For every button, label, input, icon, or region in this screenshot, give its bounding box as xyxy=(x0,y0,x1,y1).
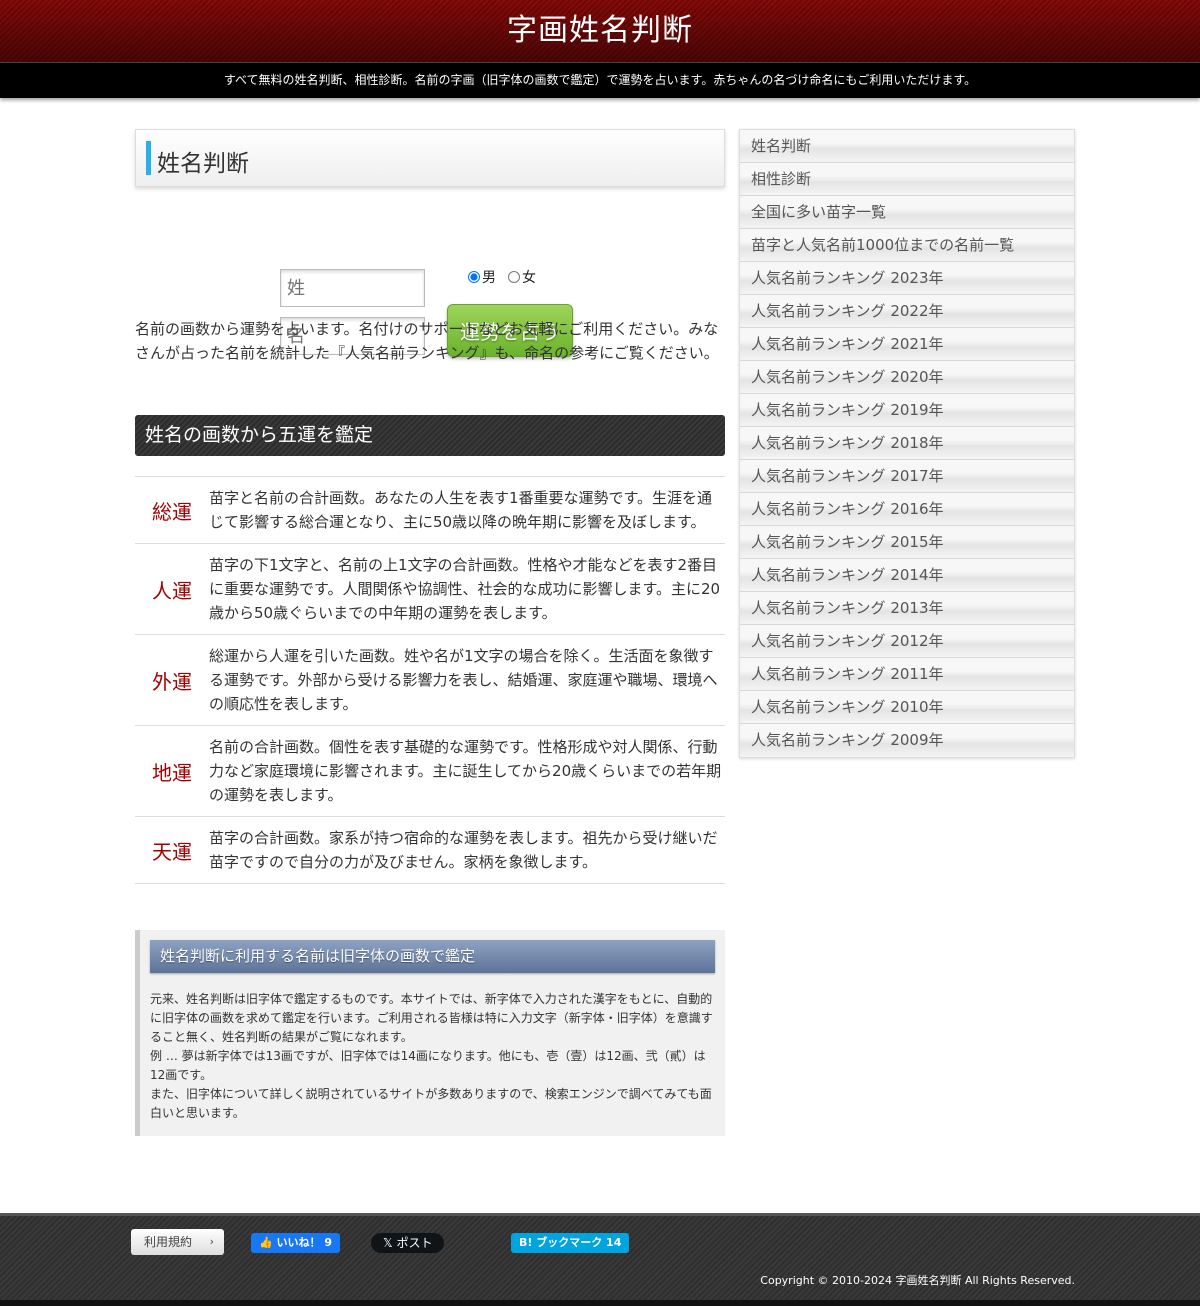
gender-male-radio[interactable] xyxy=(468,271,480,283)
name-form: 男 女 運勢を占う xyxy=(135,187,725,357)
gender-female-radio[interactable] xyxy=(508,271,520,283)
sidebar-item-ranking-2012[interactable]: 人気名前ランキング 2012年 xyxy=(740,625,1074,658)
sidebar-item-ranking-2018[interactable]: 人気名前ランキング 2018年 xyxy=(740,427,1074,460)
gender-female-label: 女 xyxy=(522,270,536,286)
sidebar-item-ranking-2021[interactable]: 人気名前ランキング 2021年 xyxy=(740,328,1074,361)
footer-bottom-bar xyxy=(0,1300,1200,1306)
goun-row-gaiun: 外運 総運から人運を引いた画数。姓や名が1文字の場合を除く。生活面を象徴する運勢… xyxy=(135,635,725,726)
sidebar-item-ranking-2009[interactable]: 人気名前ランキング 2009年 xyxy=(740,724,1074,757)
sidebar-item-ranking-2013[interactable]: 人気名前ランキング 2013年 xyxy=(740,592,1074,625)
goun-row-chiun: 地運 名前の合計画数。個性を表す基礎的な運勢です。性格形成や対人関係、行動力など… xyxy=(135,726,725,817)
sidebar-item-aisho[interactable]: 相性診断 xyxy=(740,163,1074,196)
kyuji-paragraph: 元来、姓名判断は旧字体で鑑定するものです。本サイトでは、新字体で入力された漢字を… xyxy=(150,992,713,1044)
sidebar-item-seimei[interactable]: 姓名判断 xyxy=(740,130,1074,163)
sidebar-item-ranking-2022[interactable]: 人気名前ランキング 2022年 xyxy=(740,295,1074,328)
sidebar-item-ranking-2010[interactable]: 人気名前ランキング 2010年 xyxy=(740,691,1074,724)
gender-male-option[interactable]: 男 xyxy=(468,267,496,287)
sidebar-item-ranking-2011[interactable]: 人気名前ランキング 2011年 xyxy=(740,658,1074,691)
sidebar-item-name-list[interactable]: 苗字と人気名前1000位までの名前一覧 xyxy=(740,229,1074,262)
goun-row-souun: 総運 苗字と名前の合計画数。あなたの人生を表す1番重要な運勢です。生涯を通じて影… xyxy=(135,477,725,544)
goun-desc: 苗字と名前の合計画数。あなたの人生を表す1番重要な運勢です。生涯を通じて影響する… xyxy=(209,489,713,531)
site-header: 字画姓名判断 xyxy=(0,0,1200,62)
sidebar-item-ranking-2017[interactable]: 人気名前ランキング 2017年 xyxy=(740,460,1074,493)
surname-input[interactable] xyxy=(280,269,425,307)
sidebar-item-ranking-2023[interactable]: 人気名前ランキング 2023年 xyxy=(740,262,1074,295)
main-content: 姓名判断 男 女 運勢を占う 名前の画数から運勢を占います。名付けのサポートなど… xyxy=(135,129,725,1136)
sidebar-item-ranking-2014[interactable]: 人気名前ランキング 2014年 xyxy=(740,559,1074,592)
chevron-right-icon: › xyxy=(209,1235,214,1248)
heading-accent-bar xyxy=(146,141,151,175)
goun-desc: 名前の合計画数。個性を表す基礎的な運勢です。性格形成や対人関係、行動力など家庭環… xyxy=(209,738,722,804)
goun-desc: 苗字の下1文字と、名前の上1文字の合計画数。性格や才能などを表す2番目に重要な運… xyxy=(209,556,721,622)
goun-table: 総運 苗字と名前の合計画数。あなたの人生を表す1番重要な運勢です。生涯を通じて影… xyxy=(135,476,725,884)
kyuji-info-box: 姓名判断に利用する名前は旧字体の画数で鑑定 元来、姓名判断は旧字体で鑑定するもの… xyxy=(135,930,725,1136)
sidebar-nav: 姓名判断 相性診断 全国に多い苗字一覧 苗字と人気名前1000位までの名前一覧 … xyxy=(739,129,1075,758)
site-footer: 利用規約 › 👍 いいね！ 9 𝕏 ポスト B! ブックマーク 14 Copyr… xyxy=(0,1213,1200,1306)
intro-text: 名前の画数から運勢を占います。名付けのサポートなどお気軽にご利用ください。みなさ… xyxy=(135,320,719,362)
page-title: 姓名判断 xyxy=(157,151,249,177)
x-post-button[interactable]: 𝕏 ポスト xyxy=(371,1233,445,1253)
sidebar-item-myoji-list[interactable]: 全国に多い苗字一覧 xyxy=(740,196,1074,229)
site-title[interactable]: 字画姓名判断 xyxy=(0,0,1200,62)
terms-button[interactable]: 利用規約 › xyxy=(131,1229,224,1255)
sidebar-item-ranking-2020[interactable]: 人気名前ランキング 2020年 xyxy=(740,361,1074,394)
kyuji-body: 元来、姓名判断は旧字体で鑑定するものです。本サイトでは、新字体で入力された漢字を… xyxy=(150,990,720,1123)
goun-section-heading: 姓名の画数から五運を鑑定 xyxy=(135,415,725,456)
gender-female-option[interactable]: 女 xyxy=(508,267,536,287)
goun-desc: 総運から人運を引いた画数。姓や名が1文字の場合を除く。生活面を象徴する運勢です。… xyxy=(209,647,718,713)
goun-row-jinun: 人運 苗字の下1文字と、名前の上1文字の合計画数。性格や才能などを表す2番目に重… xyxy=(135,544,725,635)
sidebar-item-ranking-2015[interactable]: 人気名前ランキング 2015年 xyxy=(740,526,1074,559)
site-tagline: すべて無料の姓名判断、相性診断。名前の字画（旧字体の画数で鑑定）で運勢を占います… xyxy=(0,62,1200,98)
gender-selector: 男 女 xyxy=(468,267,536,287)
goun-name: 天運 xyxy=(152,839,192,864)
facebook-like-button[interactable]: 👍 いいね！ 9 xyxy=(251,1233,341,1253)
goun-desc: 苗字の合計画数。家系が持つ宿命的な運勢を表します。祖先から受け継いだ苗字ですので… xyxy=(209,829,718,871)
terms-label: 利用規約 xyxy=(144,1235,193,1249)
sidebar-item-ranking-2016[interactable]: 人気名前ランキング 2016年 xyxy=(740,493,1074,526)
goun-name: 地運 xyxy=(152,760,192,785)
kyuji-heading: 姓名判断に利用する名前は旧字体の画数で鑑定 xyxy=(150,940,715,973)
kyuji-paragraph: また、旧字体について詳しく説明されているサイトが多数ありますので、検索エンジンで… xyxy=(150,1087,712,1120)
sidebar-item-ranking-2019[interactable]: 人気名前ランキング 2019年 xyxy=(740,394,1074,427)
gender-male-label: 男 xyxy=(482,270,496,286)
copyright-text: Copyright © 2010-2024 字画姓名判断 All Rights … xyxy=(760,1274,1075,1287)
goun-row-tenun: 天運 苗字の合計画数。家系が持つ宿命的な運勢を表します。祖先から受け継いだ苗字で… xyxy=(135,817,725,884)
goun-name: 人運 xyxy=(152,578,192,603)
goun-name: 外運 xyxy=(152,669,192,694)
page-heading: 姓名判断 xyxy=(135,129,725,187)
hatena-bookmark-button[interactable]: B! ブックマーク 14 xyxy=(511,1233,630,1253)
kyuji-paragraph: 例 … 夢は新字体では13画ですが、旧字体では14画になります。他にも、壱（壹）… xyxy=(150,1049,706,1082)
goun-name: 総運 xyxy=(152,499,192,524)
